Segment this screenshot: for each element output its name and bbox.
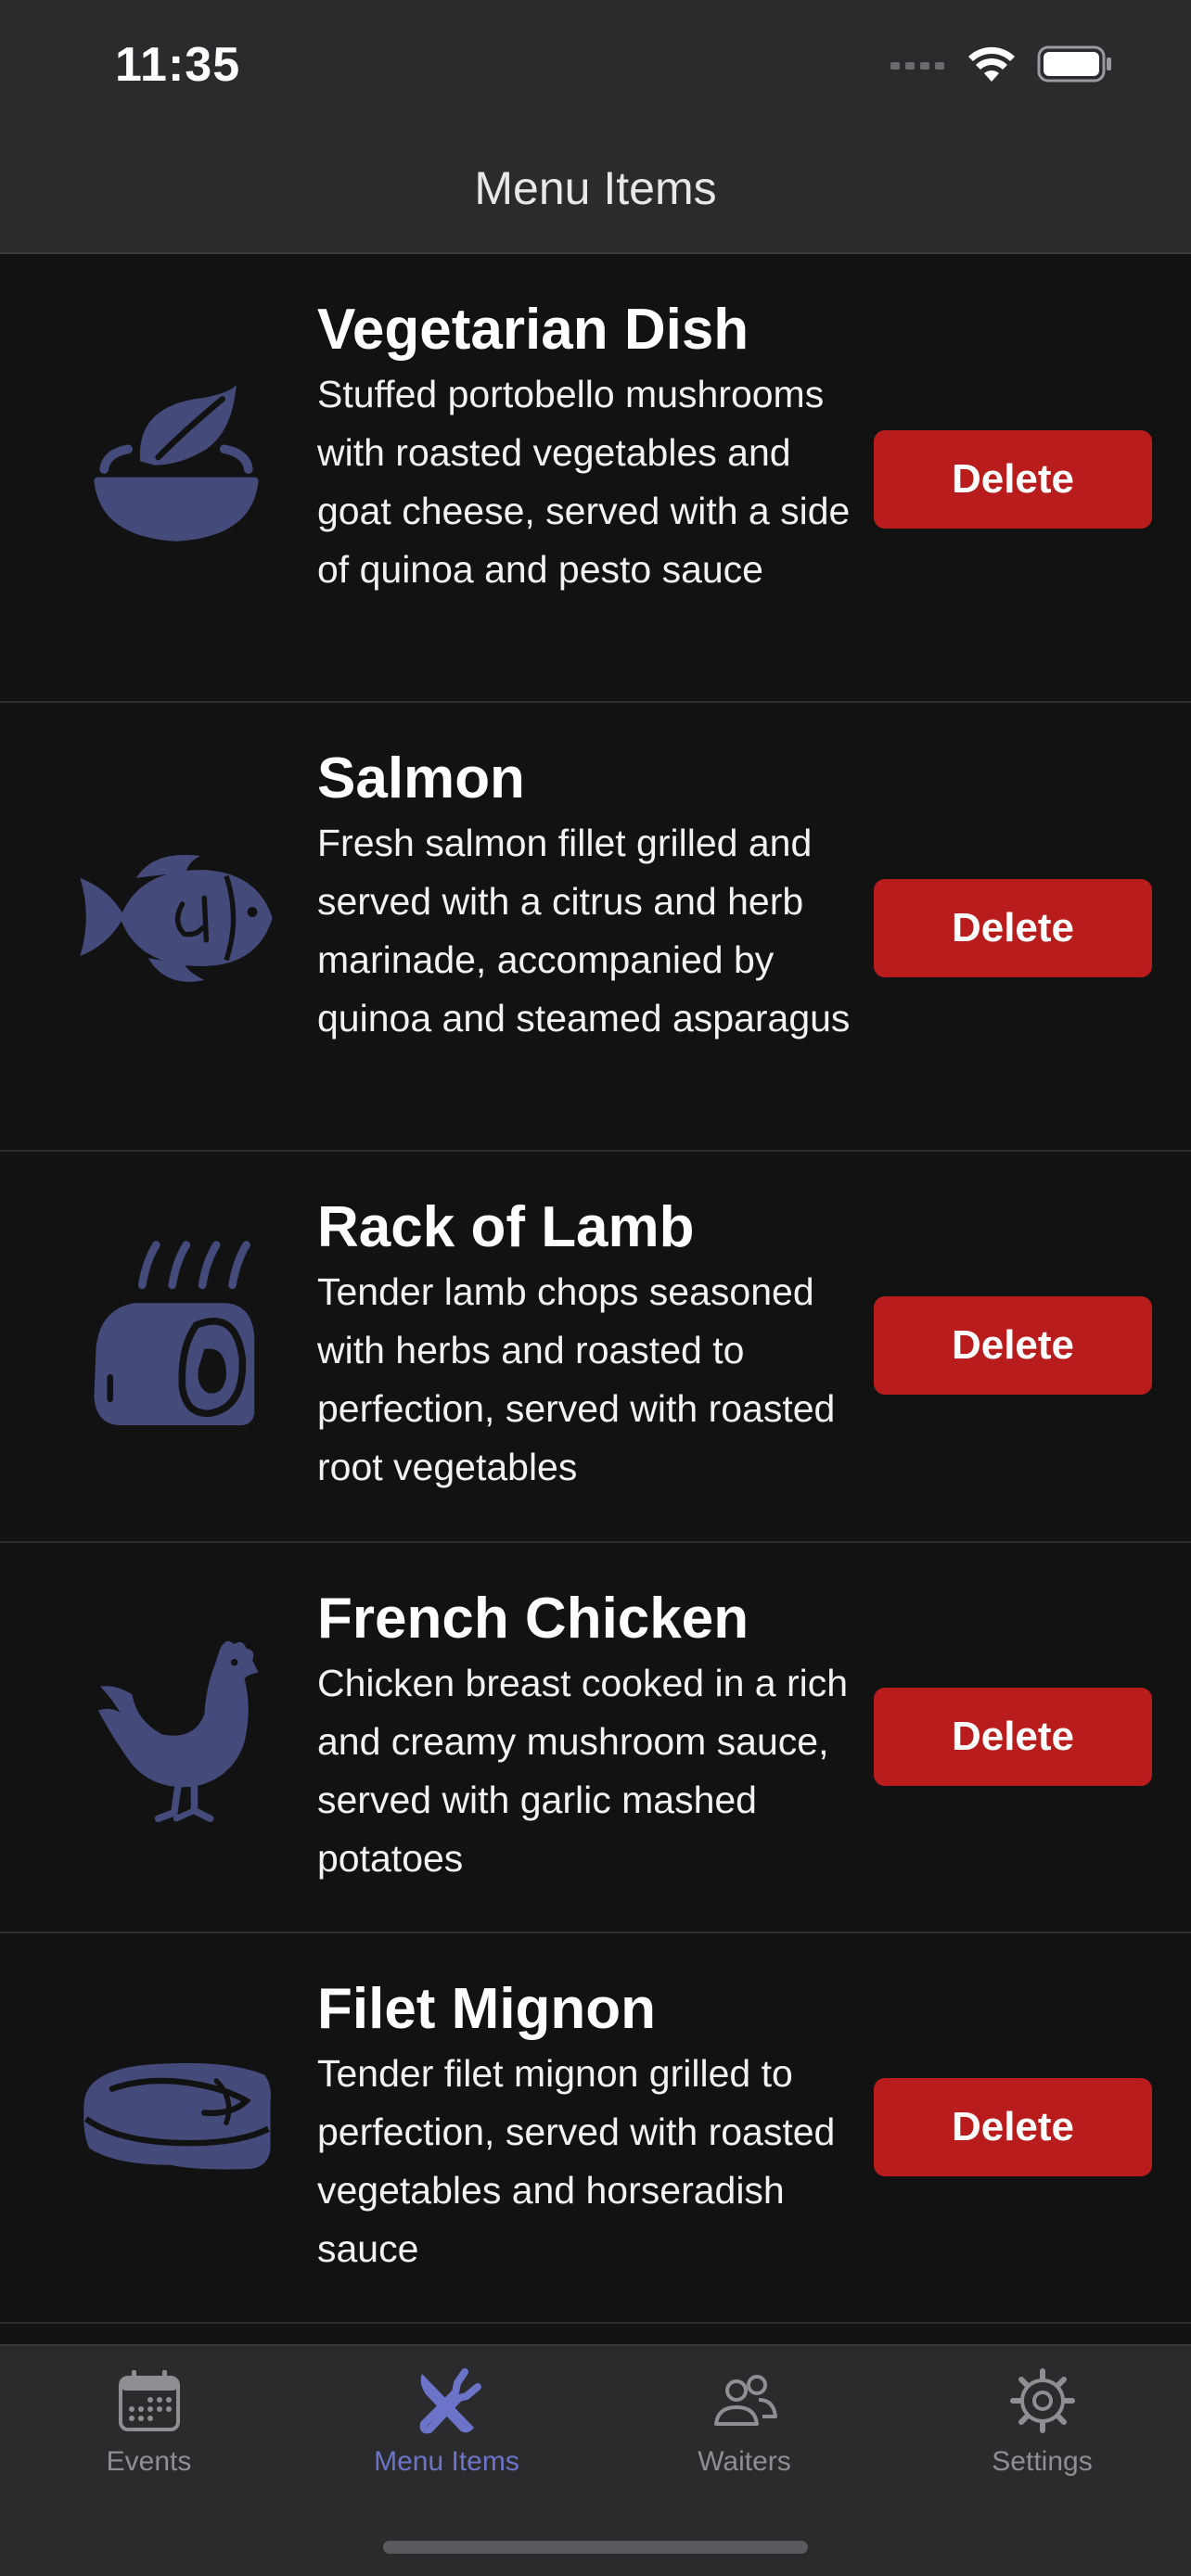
item-title: Filet Mignon (317, 1977, 657, 2041)
home-indicator (383, 2541, 808, 2554)
item-title: Vegetarian Dish (317, 298, 749, 362)
item-text: Filet Mignon Tender filet mignon grilled… (317, 1974, 874, 2278)
status-bar: 11:35 (0, 0, 1191, 139)
steak-icon (76, 2019, 276, 2219)
status-time: 11:35 (115, 38, 241, 92)
page-title: Menu Items (474, 162, 717, 214)
item-description: Tender filet mignon grilled to perfectio… (317, 2052, 836, 2270)
delete-button[interactable]: Delete (874, 430, 1152, 529)
item-description: Fresh salmon fillet grilled and served w… (317, 822, 851, 1039)
tab-waiters[interactable]: Waiters (596, 2366, 893, 2496)
item-text: Rack of Lamb Tender lamb chops seasoned … (317, 1192, 874, 1497)
people-icon (713, 2375, 777, 2426)
tab-label: Settings (992, 2446, 1093, 2477)
battery-icon (1037, 45, 1111, 83)
chicken-icon (76, 1628, 276, 1829)
item-title: Salmon (317, 746, 525, 810)
tab-menu-items[interactable]: Menu Items (298, 2366, 596, 2496)
tab-label: Waiters (698, 2446, 791, 2477)
item-title: French Chicken (317, 1587, 749, 1651)
status-icons (890, 45, 1113, 83)
tab-events[interactable]: Events (0, 2366, 298, 2496)
tab-label: Events (106, 2446, 192, 2477)
cellular-signal-icon (890, 62, 944, 70)
tab-label: Menu Items (374, 2446, 519, 2477)
list-item: Filet Mignon Tender filet mignon grilled… (0, 1933, 1191, 2324)
item-text: Vegetarian Dish Stuffed portobello mushr… (317, 295, 874, 599)
delete-button[interactable]: Delete (874, 1688, 1152, 1786)
wifi-icon (968, 46, 1015, 82)
item-text: French Chicken Chicken breast cooked in … (317, 1584, 874, 1888)
list-item: Salmon Fresh salmon fillet grilled and s… (0, 703, 1191, 1152)
list-item: Rack of Lamb Tender lamb chops seasoned … (0, 1152, 1191, 1543)
delete-button[interactable]: Delete (874, 879, 1152, 977)
lamb-roast-icon (76, 1237, 276, 1437)
gear-icon (1009, 2368, 1075, 2433)
item-description: Stuffed portobello mushrooms with roaste… (317, 373, 851, 591)
calendar-icon (118, 2370, 180, 2431)
item-description: Chicken breast cooked in a rich and crea… (317, 1662, 849, 1880)
salad-bowl-icon (76, 369, 276, 569)
fork-knife-icon (419, 2368, 481, 2434)
delete-button[interactable]: Delete (874, 1296, 1152, 1395)
delete-button[interactable]: Delete (874, 2078, 1152, 2176)
list-item: Vegetarian Dish Stuffed portobello mushr… (0, 254, 1191, 703)
item-text: Salmon Fresh salmon fillet grilled and s… (317, 744, 874, 1048)
item-title: Rack of Lamb (317, 1195, 695, 1259)
tab-settings[interactable]: Settings (893, 2366, 1191, 2496)
item-description: Tender lamb chops seasoned with herbs an… (317, 1270, 836, 1488)
menu-items-list[interactable]: Vegetarian Dish Stuffed portobello mushr… (0, 254, 1191, 2324)
list-item: French Chicken Chicken breast cooked in … (0, 1543, 1191, 1933)
navigation-bar: Menu Items (0, 139, 1191, 254)
fish-icon (76, 818, 276, 1018)
